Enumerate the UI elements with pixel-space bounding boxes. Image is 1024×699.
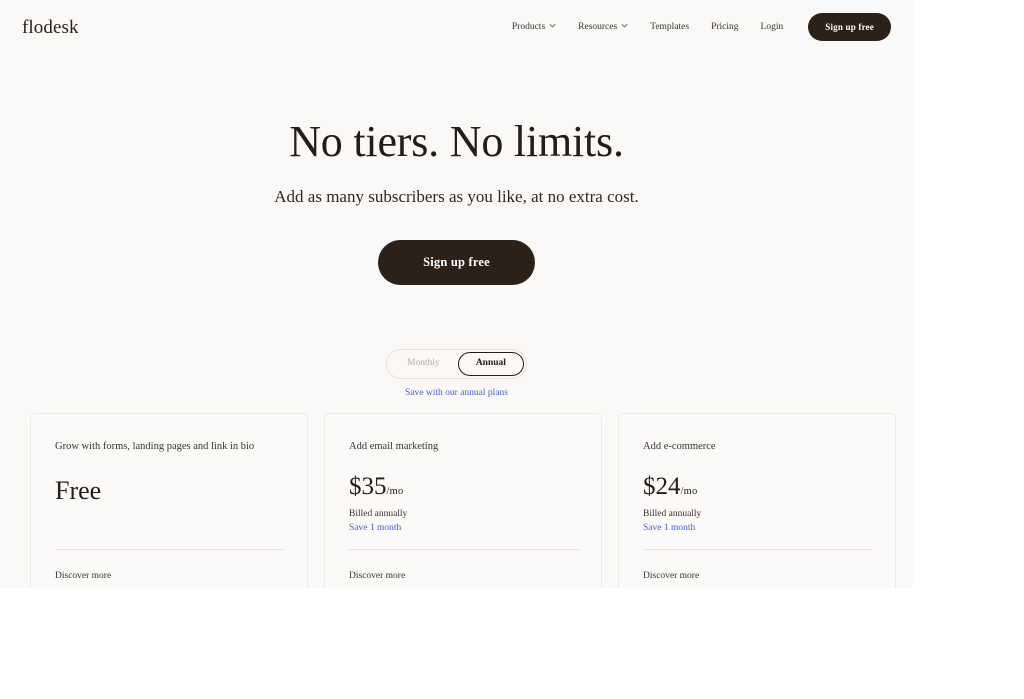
pricing-cards: Grow with forms, landing pages and link … [30,413,896,588]
main-navigation: Products Resources Templates Pricing Log… [501,12,891,41]
card-save-link[interactable]: Save 1 month [349,523,577,533]
toggle-option-annual[interactable]: Annual [457,352,524,376]
card-price: $35/mo [349,473,577,502]
nav-item-label: Templates [650,21,690,32]
billing-toggle-section: Monthly Annual Save with our annual plan… [0,349,913,398]
card-price-unit: /mo [680,486,698,497]
card-price-amount: $35 [349,473,387,500]
nav-item-templates[interactable]: Templates [639,18,700,36]
page-viewport: flodesk Products Resources Templates Pri… [0,0,913,588]
toggle-option-monthly[interactable]: Monthly [389,352,458,376]
card-divider [643,549,873,550]
card-price: $24/mo [643,473,871,502]
card-tagline: Add email marketing [349,441,439,452]
card-discover-more-link[interactable]: Discover more [349,571,405,581]
site-header: flodesk Products Resources Templates Pri… [0,0,913,53]
card-billing-note: Billed annually [643,508,702,519]
nav-item-pricing[interactable]: Pricing [700,18,749,36]
nav-item-resources[interactable]: Resources [567,18,639,36]
card-billing-note: Billed annually [349,508,408,519]
nav-item-label: Products [511,21,546,32]
hero-cta-container: Sign up free [0,239,913,285]
card-divider [349,549,579,550]
pricing-card-free[interactable]: Grow with forms, landing pages and link … [30,413,308,588]
card-price-unit: /mo [386,486,404,497]
page-title: No tiers. No limits. [289,117,624,166]
card-price-amount: Free [55,476,102,505]
pricing-card-ecommerce[interactable]: Add e-commerce $24/mo Billed annually Sa… [618,413,896,588]
card-save-link[interactable]: Save 1 month [643,523,871,533]
header-signup-button[interactable]: Sign up free [808,12,891,41]
nav-item-label: Login [760,21,784,32]
card-tagline: Grow with forms, landing pages and link … [55,441,255,452]
chevron-down-icon [549,22,556,29]
nav-item-label: Resources [578,21,618,32]
card-divider [55,549,285,550]
hero-section: No tiers. No limits. Add as many subscri… [0,117,913,285]
hero-signup-button[interactable]: Sign up free [378,239,535,285]
card-tagline: Add e-commerce [643,441,716,452]
card-price: Free [55,476,283,506]
billing-toggle[interactable]: Monthly Annual [386,349,527,379]
annual-savings-link[interactable]: Save with our annual plans [405,388,508,398]
pricing-card-email-marketing[interactable]: Add email marketing $35/mo Billed annual… [324,413,602,588]
nav-item-label: Pricing [711,21,739,32]
card-discover-more-link[interactable]: Discover more [55,571,111,581]
chevron-down-icon [621,22,628,29]
nav-item-login[interactable]: Login [750,18,795,36]
nav-item-products[interactable]: Products [501,18,567,36]
card-discover-more-link[interactable]: Discover more [643,571,699,581]
card-price-amount: $24 [643,473,681,500]
hero-subtitle: Add as many subscribers as you like, at … [274,187,639,207]
flodesk-logo[interactable]: flodesk [22,17,79,37]
